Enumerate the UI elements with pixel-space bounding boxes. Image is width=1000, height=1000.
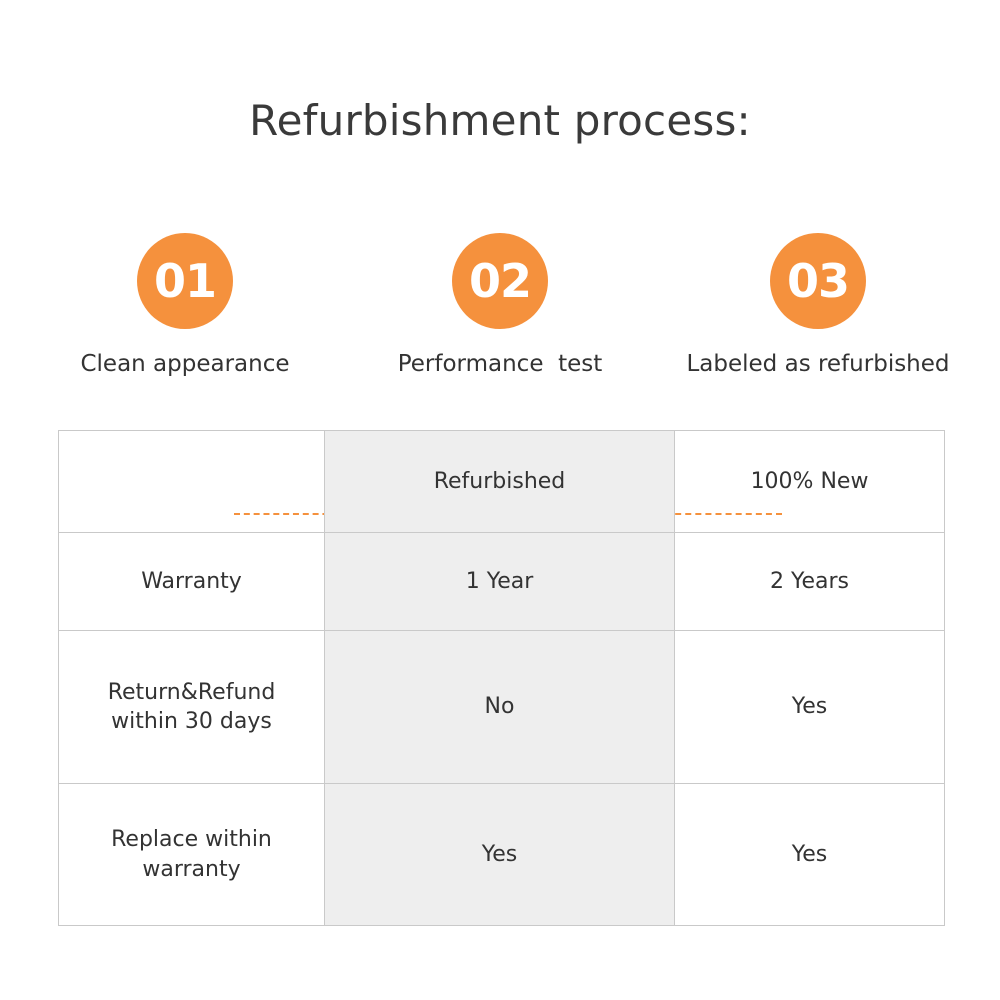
- step-02: 02 Performance test: [350, 233, 650, 379]
- refurbishment-step-flow: 01 Clean appearance 02 Performance test …: [0, 233, 1000, 515]
- step-03: 03 Labeled as refurbished: [668, 233, 968, 379]
- table-row-label: Warranty: [58, 532, 325, 631]
- table-cell-new: Yes: [674, 783, 945, 926]
- page-title: Refurbishment process:: [249, 96, 751, 145]
- table-cell-new: Yes: [674, 630, 945, 784]
- table-row-label: Return&Refund within 30 days: [58, 630, 325, 784]
- step-03-number-badge: 03: [770, 233, 866, 329]
- table-header-empty-cell: [58, 430, 325, 533]
- table-header-row: Refurbished 100% New: [58, 430, 945, 533]
- step-02-label: Performance test: [397, 351, 603, 377]
- step-01-label: Clean appearance: [80, 351, 290, 377]
- table-row: Return&Refund within 30 days No Yes: [58, 630, 945, 784]
- step-01-number-badge: 01: [137, 233, 233, 329]
- table-cell-new: 2 Years: [674, 532, 945, 631]
- refurbished-vs-new-comparison-table: Refurbished 100% New Warranty 1 Year 2 Y…: [58, 430, 945, 926]
- step-01: 01 Clean appearance: [35, 233, 335, 379]
- step-02-number-badge: 02: [452, 233, 548, 329]
- table-row: Replace within warranty Yes Yes: [58, 783, 945, 926]
- table-cell-refurbished: No: [324, 630, 675, 784]
- table-cell-refurbished: 1 Year: [324, 532, 675, 631]
- step-03-label: Labeled as refurbished: [686, 351, 950, 377]
- table-row: Warranty 1 Year 2 Years: [58, 532, 945, 631]
- table-row-label: Replace within warranty: [58, 783, 325, 926]
- table-header-refurbished: Refurbished: [324, 430, 675, 533]
- table-header-new: 100% New: [674, 430, 945, 533]
- table-cell-refurbished: Yes: [324, 783, 675, 926]
